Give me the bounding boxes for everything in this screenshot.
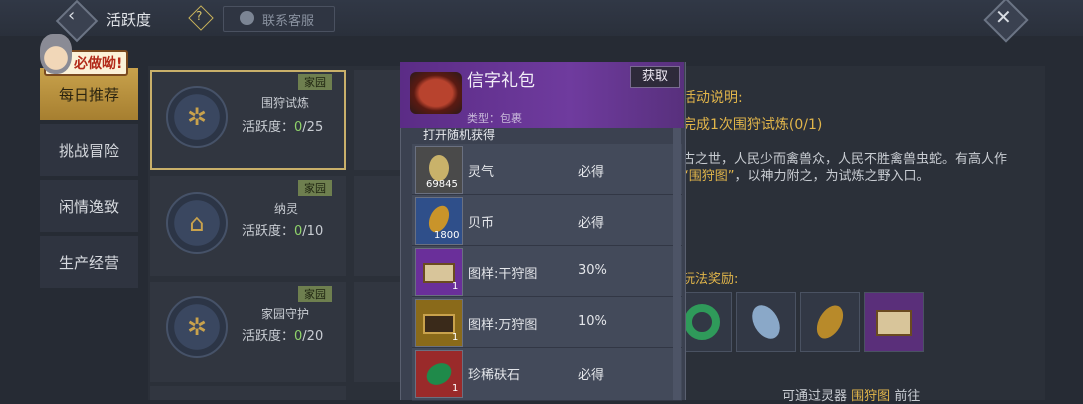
reward-crystal-icon[interactable] (736, 292, 796, 352)
nav-item-leisure[interactable]: 闲情逸致 (40, 180, 138, 232)
back-chevron-icon: ‹ (68, 5, 76, 26)
reward-scroll-icon[interactable] (864, 292, 924, 352)
activity-card-partial[interactable] (354, 176, 404, 276)
row-name: 贝币 (468, 216, 495, 231)
info-footer: 可通过灵器 围狩图 前往 (782, 389, 921, 404)
popup-subtitle: 打开随机获得 (423, 128, 496, 142)
nav-item-production[interactable]: 生产经营 (40, 236, 138, 288)
row-name: 图样:干狩图 (468, 267, 538, 282)
character-avatar-icon (40, 34, 72, 74)
close-icon: ✕ (995, 5, 1012, 29)
chat-icon (240, 11, 254, 25)
row-prob: 必得 (578, 165, 605, 180)
row-name: 珍稀砆石 (468, 368, 521, 383)
card-activity: 活跃度：0/10 (242, 224, 324, 239)
row-prob: 必得 (578, 368, 605, 383)
info-section-title: 活动说明: (682, 90, 743, 106)
card-tag: 家园 (298, 180, 332, 196)
info-desc-line2: “围狩图”，以神力附之，为试炼之野入口。 (682, 169, 930, 184)
rare-stone-icon: 1 (415, 350, 463, 398)
info-task: 完成1次围狩试炼(0/1) (682, 117, 823, 133)
gift-box-icon (410, 72, 462, 114)
activity-card-partial[interactable] (354, 70, 404, 170)
blueprint-scroll-icon: 1 (415, 299, 463, 347)
hunt-icon: ✲ (166, 86, 228, 148)
row-name: 图样:万狩图 (468, 318, 538, 333)
row-prob: 必得 (578, 216, 605, 231)
lingqi-icon: 69845 (415, 146, 463, 194)
card-activity: 活跃度：0/25 (242, 120, 324, 135)
page-title: 活跃度 (106, 11, 152, 29)
nav-item-challenge[interactable]: 挑战冒险 (40, 124, 138, 176)
row-prob: 30% (578, 263, 607, 278)
guard-icon: ✲ (166, 296, 228, 358)
row-name: 灵气 (468, 165, 495, 180)
card-name: 纳灵 (274, 202, 299, 216)
get-button[interactable]: 获取 (630, 66, 680, 88)
popup-title: 信字礼包 (467, 71, 535, 91)
reward-title: 玩法奖励: (682, 272, 739, 287)
card-name: 家园守护 (261, 307, 310, 321)
footer-link[interactable]: 围狩图 (851, 389, 890, 404)
card-tag: 家园 (298, 74, 332, 90)
blueprint-scroll-icon: 1 (415, 248, 463, 296)
activity-card-partial[interactable] (354, 282, 404, 382)
help-icon: ? (196, 9, 203, 23)
card-tag: 家园 (298, 286, 332, 302)
house-icon: ⌂ (166, 192, 228, 254)
activity-card-partial (150, 386, 346, 400)
popup-scrollbar[interactable] (673, 128, 681, 400)
reward-shell-coin-icon[interactable] (800, 292, 860, 352)
contact-service-label: 联系客服 (262, 14, 315, 29)
shell-coin-icon: 1800 (415, 197, 463, 245)
card-name: 围狩试炼 (261, 96, 310, 110)
popup-type: 类型：包裹 (467, 112, 522, 125)
row-prob: 10% (578, 314, 607, 329)
top-bar (0, 0, 1083, 36)
card-activity: 活跃度：0/20 (242, 329, 324, 344)
